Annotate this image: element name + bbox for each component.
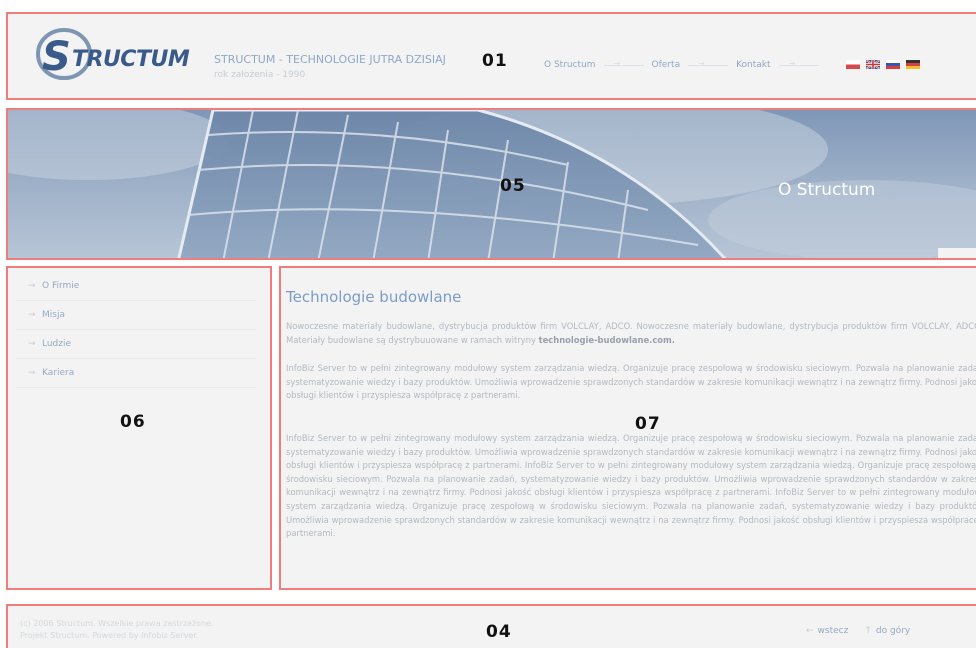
content-paragraph: InfoBiz Server to w pełni zintegrowany m… [286,363,976,401]
zone-label-05: 05 [500,176,526,196]
logo-wordmark: TRUCTUM [72,47,190,72]
sidebar-item-label: O Firmie [42,281,80,291]
sidebar-item-o-firmie[interactable]: → O Firmie [16,272,256,301]
svg-text:S: S [42,34,71,80]
language-switcher [846,60,920,69]
copyright-line: (c) 2006 Structum. Wszelkie prawa zastrz… [20,619,214,628]
pl-flag-icon[interactable] [846,60,860,69]
credits-line: Projekt Structum. Powered by Infobiz Ser… [20,631,199,640]
content-paragraph: Nowoczesne materiały budowlane, dystrybu… [286,320,976,347]
header-zone: S TRUCTUM STRUCTUM - TECHNOLOGIE JUTRA D… [6,12,976,100]
nav-separator [778,59,819,68]
zone-label-01: 01 [482,51,508,71]
sidebar-item-misja[interactable]: → Misja [16,301,256,330]
sidebar-item-label: Kariera [42,368,75,378]
top-navigation: O Structum Oferta Kontakt [544,59,827,70]
arrow-right-icon: → [28,281,36,291]
copyright-text: (c) 2006 Structum. Wszelkie prawa zastrz… [20,618,214,642]
zone-label-07: 07 [635,414,661,434]
zone-label-04: 04 [486,622,512,642]
footer-navigation: ← wstecz ↑ do góry [806,626,910,636]
site-founded: rok założenia - 1990 [214,70,306,80]
sidebar-item-label: Ludzie [42,339,72,349]
banner-title: O Structum [778,180,876,200]
content-paragraph: InfoBiz Server to w pełni zintegrowany m… [286,433,976,539]
nav-separator [688,59,729,68]
site-title: STRUCTUM - TECHNOLOGIE JUTRA DZISIAJ [214,53,446,66]
arrow-left-icon: ← [806,626,814,636]
uk-flag-icon[interactable] [866,60,880,69]
de-flag-icon[interactable] [906,60,920,69]
site-link[interactable]: technologie-budowlane.com. [539,335,675,345]
page-title: Technologie budowlane [286,288,462,306]
arrow-up-icon: ↑ [864,626,872,636]
to-top-label: do góry [875,626,911,636]
nav-oferta[interactable]: Oferta [652,60,681,70]
nav-kontakt[interactable]: Kontakt [736,60,770,70]
arrow-right-icon: → [28,339,36,349]
back-link[interactable]: ← wstecz [806,626,848,636]
to-top-link[interactable]: ↑ do góry [864,626,910,636]
sidebar-item-label: Misja [42,310,65,320]
footer-zone: (c) 2006 Structum. Wszelkie prawa zastrz… [6,604,976,648]
ru-flag-icon[interactable] [886,60,900,69]
arrow-right-icon: → [28,310,36,320]
content-zone: Technologie budowlane Nowoczesne materia… [279,266,976,590]
nav-o-structum[interactable]: O Structum [544,60,596,70]
banner-zone: O Structum 05 [6,108,976,260]
nav-separator [603,59,644,68]
structum-logo[interactable]: S TRUCTUM [34,26,204,82]
sidebar-zone: → O Firmie → Misja → Ludzie → Kariera 06 [6,266,272,590]
sidebar-menu: → O Firmie → Misja → Ludzie → Kariera [16,272,256,388]
zone-label-06: 06 [120,412,146,432]
arrow-right-icon: → [28,368,36,378]
sidebar-item-ludzie[interactable]: → Ludzie [16,330,256,359]
sidebar-item-kariera[interactable]: → Kariera [16,359,256,388]
back-label: wstecz [817,626,849,636]
